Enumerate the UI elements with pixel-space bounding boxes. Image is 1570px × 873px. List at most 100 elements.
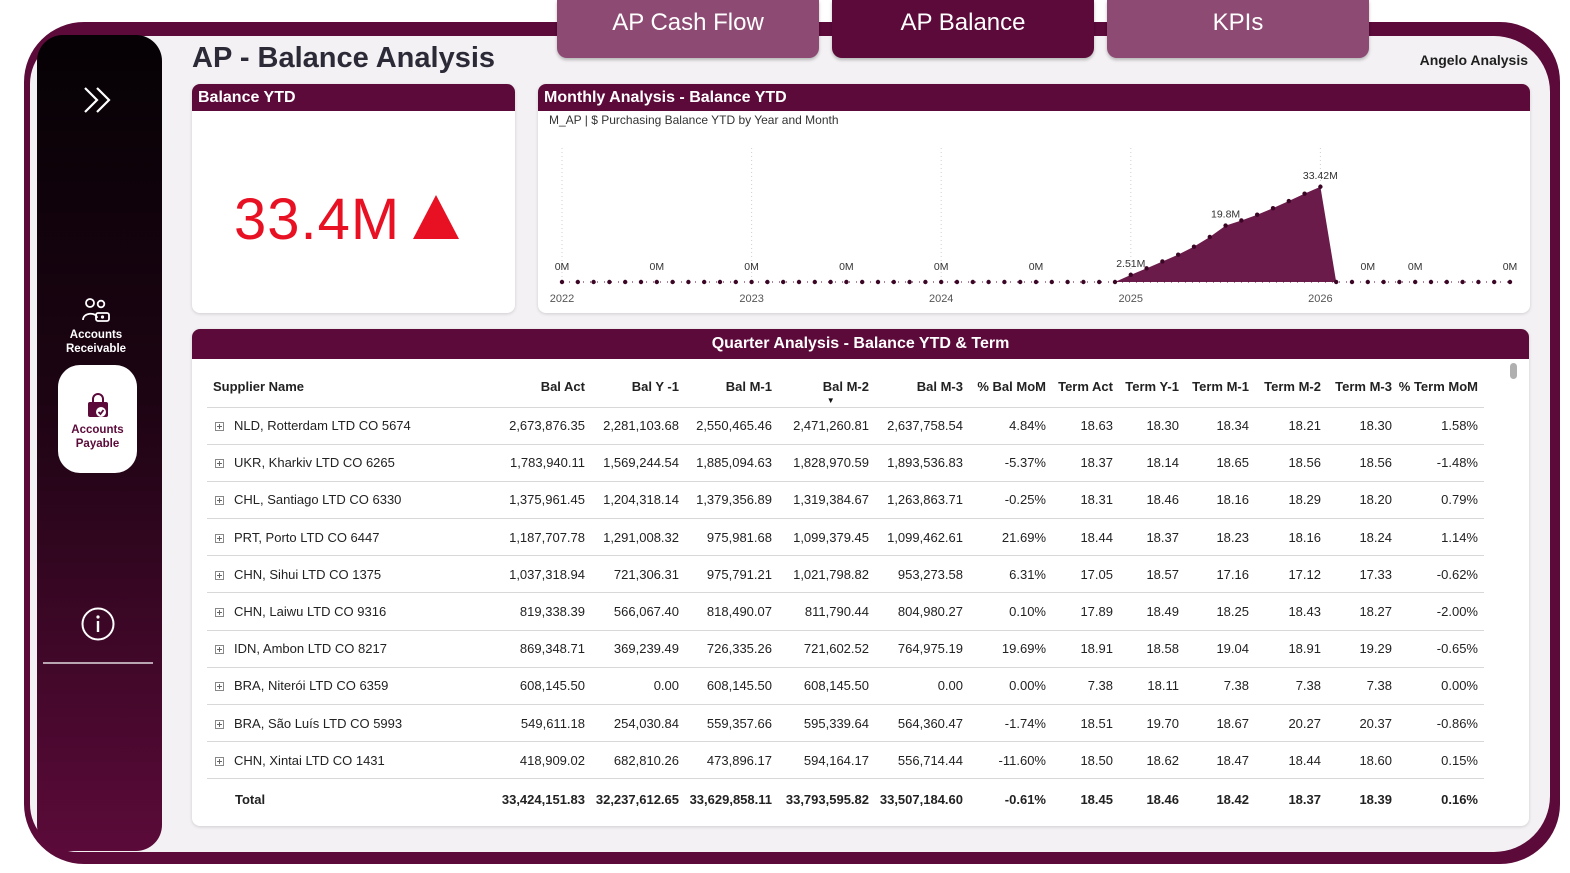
tab-ap-balance[interactable]: AP Balance: [832, 0, 1094, 58]
table-row[interactable]: NLD, Rotterdam LTD CO 5674 2,673,876.35 2,…: [207, 407, 1484, 445]
column-header[interactable]: Term Y-1: [1113, 363, 1179, 408]
expand-row-icon[interactable]: [215, 570, 224, 580]
data-point[interactable]: [1160, 259, 1165, 264]
data-point[interactable]: [812, 279, 817, 285]
balance-area-chart[interactable]: 2022 2023 2024 2025 2026 0M 0M 0M 0M 0M 0M 2.51M 19.…: [538, 84, 1530, 313]
expand-row-icon[interactable]: [215, 645, 224, 655]
data-point[interactable]: [591, 279, 596, 285]
data-point[interactable]: [1334, 279, 1339, 285]
data-point[interactable]: [686, 279, 691, 285]
data-point[interactable]: [575, 279, 580, 285]
data-point[interactable]: [1381, 279, 1386, 285]
tab-ap-cash-flow[interactable]: AP Cash Flow: [557, 0, 819, 58]
data-point[interactable]: [702, 279, 707, 285]
data-point[interactable]: [1191, 244, 1197, 249]
data-point[interactable]: [1413, 279, 1418, 285]
data-point[interactable]: [1097, 279, 1102, 285]
table-row[interactable]: CHN, Laiwu LTD CO 9316 819,338.39 566,067.…: [207, 592, 1484, 631]
data-point[interactable]: [1270, 205, 1276, 211]
double-chevron-right-icon[interactable]: [77, 82, 117, 118]
sidebar-item-accounts-receivable[interactable]: Accounts Receivable: [54, 296, 138, 356]
data-point[interactable]: [1444, 279, 1449, 285]
data-point[interactable]: [970, 279, 975, 285]
data-point[interactable]: [717, 279, 723, 285]
data-point[interactable]: [1365, 279, 1370, 285]
data-point[interactable]: [860, 279, 865, 285]
table-row[interactable]: CHL, Santiago LTD CO 6330 1,375,961.45 1,2…: [207, 481, 1484, 520]
column-header[interactable]: Bal M-1: [679, 363, 772, 408]
expand-row-icon[interactable]: [215, 719, 224, 729]
data-point[interactable]: [1112, 279, 1118, 285]
data-point[interactable]: [1223, 223, 1228, 228]
data-point[interactable]: [828, 279, 833, 285]
data-point[interactable]: [1460, 279, 1465, 285]
column-header[interactable]: Bal Act: [439, 363, 585, 408]
data-point[interactable]: [986, 279, 991, 285]
info-icon[interactable]: [80, 606, 116, 642]
table-row[interactable]: CHN, Sihui LTD CO 1375 1,037,318.94 721,30…: [207, 555, 1484, 594]
data-point[interactable]: [654, 279, 659, 285]
table-row[interactable]: BRA, Niterói LTD CO 6359 608,145.50 0.00 60…: [207, 667, 1484, 706]
data-point[interactable]: [733, 279, 738, 285]
data-point[interactable]: [891, 279, 896, 285]
data-point[interactable]: [1049, 279, 1054, 285]
table-row[interactable]: IDN, Ambon LTD CO 8217 869,348.71 369,239.…: [207, 630, 1484, 668]
data-point[interactable]: [781, 279, 786, 285]
data-point[interactable]: [1255, 212, 1260, 217]
data-point[interactable]: [1507, 279, 1513, 285]
expand-row-icon[interactable]: [215, 459, 224, 469]
expand-row-icon[interactable]: [215, 756, 224, 766]
expand-row-icon[interactable]: [215, 496, 224, 506]
data-point[interactable]: [907, 279, 912, 285]
tab-kpis[interactable]: KPIs: [1107, 0, 1369, 58]
data-point[interactable]: [1302, 191, 1307, 196]
data-point[interactable]: [1428, 279, 1434, 285]
data-point[interactable]: [559, 279, 565, 285]
data-point[interactable]: [844, 279, 849, 285]
data-point[interactable]: [1002, 279, 1007, 285]
data-point[interactable]: [638, 279, 644, 285]
column-header[interactable]: % Term MoM: [1392, 363, 1484, 408]
data-point[interactable]: [1207, 234, 1212, 240]
data-point[interactable]: [1349, 279, 1355, 285]
column-header[interactable]: Bal M-2 ▼: [772, 363, 869, 408]
column-header[interactable]: Term M-2: [1249, 363, 1321, 408]
data-point[interactable]: [749, 279, 754, 285]
data-point[interactable]: [1318, 184, 1323, 189]
data-point[interactable]: [1018, 279, 1023, 285]
data-point[interactable]: [1476, 279, 1481, 285]
data-point[interactable]: [1128, 272, 1133, 278]
column-header[interactable]: Bal M-3: [869, 363, 963, 408]
data-point[interactable]: [1081, 279, 1086, 285]
data-point[interactable]: [1492, 279, 1497, 285]
data-point[interactable]: [1065, 279, 1070, 285]
data-point[interactable]: [954, 279, 960, 285]
data-point[interactable]: [875, 279, 881, 285]
data-point[interactable]: [923, 279, 928, 285]
data-point[interactable]: [765, 279, 770, 285]
column-header[interactable]: Term Act: [1046, 363, 1113, 408]
table-scrollbar[interactable]: [1510, 363, 1517, 379]
data-point[interactable]: [939, 279, 944, 285]
expand-row-icon[interactable]: [215, 608, 224, 618]
table-row[interactable]: BRA, São Luís LTD CO 5993 549,611.18 254,0…: [207, 704, 1484, 743]
data-point[interactable]: [1176, 252, 1181, 257]
column-header[interactable]: Term M-3: [1321, 363, 1392, 408]
expand-row-icon[interactable]: [215, 682, 224, 692]
data-point[interactable]: [670, 279, 675, 285]
data-point[interactable]: [1397, 279, 1402, 285]
data-point[interactable]: [607, 279, 612, 285]
table-row[interactable]: CHN, Xintai LTD CO 1431 418,909.02 682,810…: [207, 741, 1484, 780]
column-header[interactable]: Bal Y -1: [585, 363, 679, 408]
data-point[interactable]: [1033, 279, 1039, 285]
data-point[interactable]: [623, 279, 628, 285]
column-header[interactable]: Supplier Name: [207, 363, 439, 408]
table-row[interactable]: PRT, Porto LTD CO 6447 1,187,707.78 1,291,…: [207, 518, 1484, 557]
table-row[interactable]: UKR, Kharkiv LTD CO 6265 1,783,940.11 1,56…: [207, 444, 1484, 482]
data-point[interactable]: [1286, 198, 1291, 204]
column-header[interactable]: % Bal MoM: [963, 363, 1046, 408]
data-point[interactable]: [796, 279, 802, 285]
expand-row-icon[interactable]: [215, 422, 224, 432]
expand-row-icon[interactable]: [215, 533, 224, 543]
column-header[interactable]: Term M-1: [1179, 363, 1249, 408]
